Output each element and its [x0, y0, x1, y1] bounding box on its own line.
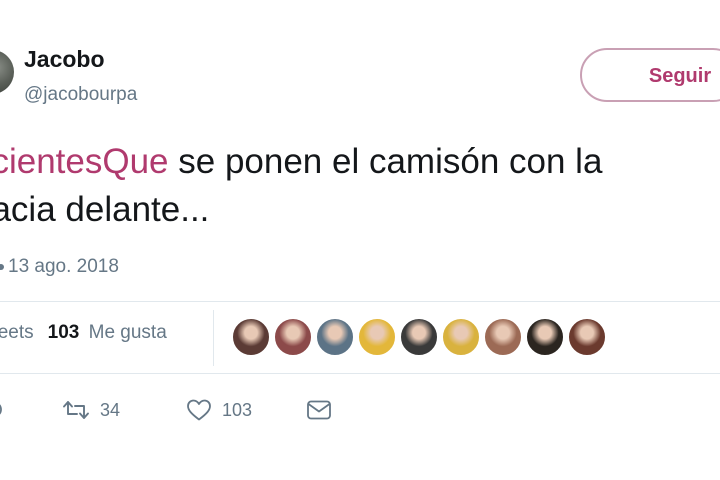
retweet-count: 34 — [100, 399, 121, 420]
retweets-stat[interactable]: weets — [0, 322, 34, 343]
retweets-label: weets — [0, 322, 34, 343]
liker-avatar-1[interactable] — [232, 318, 270, 356]
tweet-card: Jacobo @jacobourpa Seguir acientesQue se… — [0, 0, 720, 480]
user-avatar[interactable] — [0, 50, 14, 94]
message-button[interactable] — [306, 396, 332, 424]
tweet-text-line-1: acientesQue se ponen el camisón con la — [0, 138, 720, 186]
divider-top — [0, 301, 720, 302]
follow-button[interactable]: Seguir — [580, 48, 720, 102]
likes-stat-label: Me gusta — [88, 322, 167, 343]
timestamp-text: 13 ago. 2018 — [8, 256, 119, 277]
retweet-button[interactable]: 34 — [62, 396, 120, 424]
user-handle[interactable]: @jacobourpa — [24, 84, 137, 106]
liker-avatar-2[interactable] — [274, 318, 312, 356]
stats-divider — [213, 310, 214, 366]
tweet-actions: 34 103 — [0, 396, 720, 426]
tweet-text-line-2-text: hacia delante... — [0, 190, 210, 229]
like-button[interactable]: 103 — [186, 396, 252, 424]
hashtag-link[interactable]: acientesQue — [0, 142, 169, 181]
tweet-text: acientesQue se ponen el camisón con la h… — [0, 138, 720, 234]
retweet-icon — [62, 398, 90, 422]
liker-avatar-5[interactable] — [400, 318, 438, 356]
like-count: 103 — [222, 399, 253, 420]
tweet-text-line-1-rest: se ponen el camisón con la — [168, 142, 603, 181]
timestamp-separator — [0, 263, 4, 270]
likes-stat-count: 103 — [47, 322, 80, 343]
reply-button[interactable] — [0, 396, 4, 424]
reply-icon — [0, 398, 4, 422]
liker-avatar-9[interactable] — [568, 318, 606, 356]
tweet-text-line-2: hacia delante... — [0, 186, 720, 234]
envelope-icon — [306, 398, 332, 422]
heart-icon — [186, 398, 212, 422]
tweet-timestamp[interactable]: 13 ago. 2018 — [0, 256, 119, 278]
liker-avatar-8[interactable] — [526, 318, 564, 356]
liker-avatar-4[interactable] — [358, 318, 396, 356]
likes-stat[interactable]: 103 Me gusta — [48, 322, 167, 343]
liker-avatar-3[interactable] — [316, 318, 354, 356]
display-name[interactable]: Jacobo — [24, 46, 105, 73]
liker-avatar-7[interactable] — [484, 318, 522, 356]
divider-bottom — [0, 373, 720, 374]
liker-avatar-6[interactable] — [442, 318, 480, 356]
tweet-stats: weets 103 Me gusta — [0, 322, 167, 344]
